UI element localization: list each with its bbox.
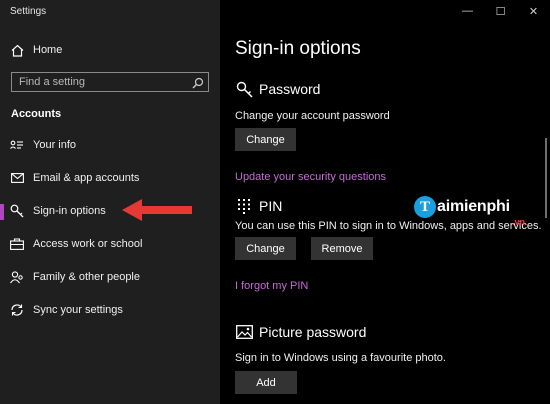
search-icon[interactable] bbox=[192, 76, 204, 89]
pin-change-button[interactable]: Change bbox=[235, 237, 296, 260]
picture-password-description: Sign in to Windows using a favourite pho… bbox=[235, 352, 446, 364]
briefcase-icon bbox=[10, 237, 24, 251]
sidebar-item-label: Access work or school bbox=[33, 238, 143, 250]
pin-heading: PIN bbox=[235, 197, 282, 215]
people-icon bbox=[10, 270, 24, 284]
sidebar-item-email-accounts[interactable]: Email & app accounts bbox=[0, 166, 220, 190]
sidebar-item-access-work[interactable]: Access work or school bbox=[0, 232, 220, 256]
red-arrow-annotation bbox=[122, 199, 192, 221]
sidebar-item-label: Email & app accounts bbox=[33, 172, 140, 184]
sync-icon bbox=[10, 303, 24, 317]
password-change-button[interactable]: Change bbox=[235, 128, 296, 151]
sidebar: Settings Home Accounts Your info Email &… bbox=[0, 0, 220, 404]
maximize-button[interactable]: ☐ bbox=[484, 0, 517, 22]
sidebar-item-label: Sign-in options bbox=[33, 205, 106, 217]
forgot-pin-link[interactable]: I forgot my PIN bbox=[235, 280, 308, 292]
search-input[interactable] bbox=[12, 73, 188, 91]
nav-home[interactable]: Home bbox=[0, 38, 220, 62]
keypad-icon bbox=[235, 197, 253, 215]
scrollbar[interactable] bbox=[545, 138, 547, 218]
key-icon bbox=[10, 204, 24, 218]
picture-password-title: Picture password bbox=[259, 324, 367, 340]
sidebar-item-label: Sync your settings bbox=[33, 304, 123, 316]
mail-icon bbox=[10, 171, 24, 185]
minimize-button[interactable]: — bbox=[451, 0, 484, 22]
update-security-questions-link[interactable]: Update your security questions bbox=[235, 171, 386, 183]
password-title: Password bbox=[259, 81, 321, 97]
sidebar-item-label: Your info bbox=[33, 139, 77, 151]
window-controls: — ☐ ✕ bbox=[451, 0, 550, 22]
person-card-icon bbox=[10, 138, 24, 152]
search-box[interactable] bbox=[11, 72, 209, 92]
home-icon bbox=[10, 43, 24, 57]
watermark-logo: T aimienphi .vn bbox=[414, 196, 525, 227]
watermark-logo-badge: T bbox=[414, 196, 436, 218]
nav-home-label: Home bbox=[33, 44, 63, 56]
image-icon bbox=[235, 323, 253, 341]
password-description: Change your account password bbox=[235, 110, 390, 122]
sidebar-item-your-info[interactable]: Your info bbox=[0, 133, 220, 157]
sidebar-item-sync[interactable]: Sync your settings bbox=[0, 298, 220, 322]
key-icon bbox=[235, 80, 253, 98]
sidebar-item-family[interactable]: Family & other people bbox=[0, 265, 220, 289]
pin-title: PIN bbox=[259, 198, 283, 214]
app-title: Settings bbox=[10, 6, 47, 17]
picture-password-heading: Picture password bbox=[235, 323, 366, 341]
watermark-tld: .vn bbox=[512, 217, 526, 227]
sidebar-item-label: Family & other people bbox=[33, 271, 140, 283]
watermark-brand: aimienphi bbox=[437, 198, 510, 215]
section-heading-accounts: Accounts bbox=[11, 108, 62, 120]
close-button[interactable]: ✕ bbox=[517, 0, 550, 22]
page-title: Sign-in options bbox=[235, 38, 361, 59]
picture-password-add-button[interactable]: Add bbox=[235, 371, 297, 394]
pin-description: You can use this PIN to sign in to Windo… bbox=[235, 220, 542, 232]
password-heading: Password bbox=[235, 80, 320, 98]
pin-remove-button[interactable]: Remove bbox=[311, 237, 373, 260]
